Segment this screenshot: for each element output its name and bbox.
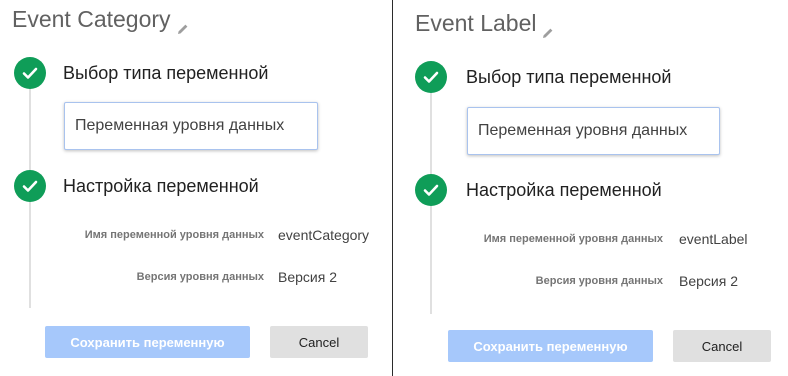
cancel-button[interactable]: Cancel: [270, 326, 368, 358]
pencil-icon[interactable]: [177, 14, 189, 34]
dl-name-value: eventLabel: [679, 231, 748, 247]
dl-version-label: Версия уровня данных: [535, 275, 663, 287]
dl-name-label: Имя переменной уровня данных: [483, 233, 663, 245]
step1-label: Выбор типа переменной: [466, 67, 672, 87]
step1-check-icon: [415, 61, 447, 93]
step2-label: Настройка переменной: [466, 180, 662, 200]
variable-title-text: Event Label: [415, 10, 537, 36]
dl-name-label: Имя переменной уровня данных: [84, 229, 264, 241]
variable-editor-event-category: Event Category Выбор типа переменной Пер…: [0, 0, 392, 376]
step2-check-icon: [415, 174, 447, 206]
dl-name-value: eventCategory: [278, 227, 370, 243]
variable-editor-event-label: Event Label Выбор типа переменной Переме…: [393, 0, 788, 376]
step2-label: Настройка переменной: [63, 176, 259, 196]
save-variable-button[interactable]: Сохранить переменную: [45, 326, 250, 358]
step1-label: Выбор типа переменной: [63, 63, 269, 83]
pencil-icon[interactable]: [542, 18, 554, 38]
step2-check-icon: [14, 170, 46, 202]
dl-version-value: Версия 2: [278, 269, 337, 285]
variable-title-text: Event Category: [12, 6, 171, 32]
variable-title: Event Category: [12, 6, 189, 34]
cancel-button[interactable]: Cancel: [673, 330, 771, 362]
variable-type-selector[interactable]: Переменная уровня данных: [467, 107, 720, 155]
variable-type-selector[interactable]: Переменная уровня данных: [64, 102, 318, 150]
variable-title: Event Label: [415, 10, 554, 38]
dl-version-label: Версия уровня данных: [136, 271, 264, 283]
save-variable-button[interactable]: Сохранить переменную: [448, 330, 653, 362]
dl-version-value: Версия 2: [679, 273, 738, 289]
step1-check-icon: [14, 57, 46, 89]
